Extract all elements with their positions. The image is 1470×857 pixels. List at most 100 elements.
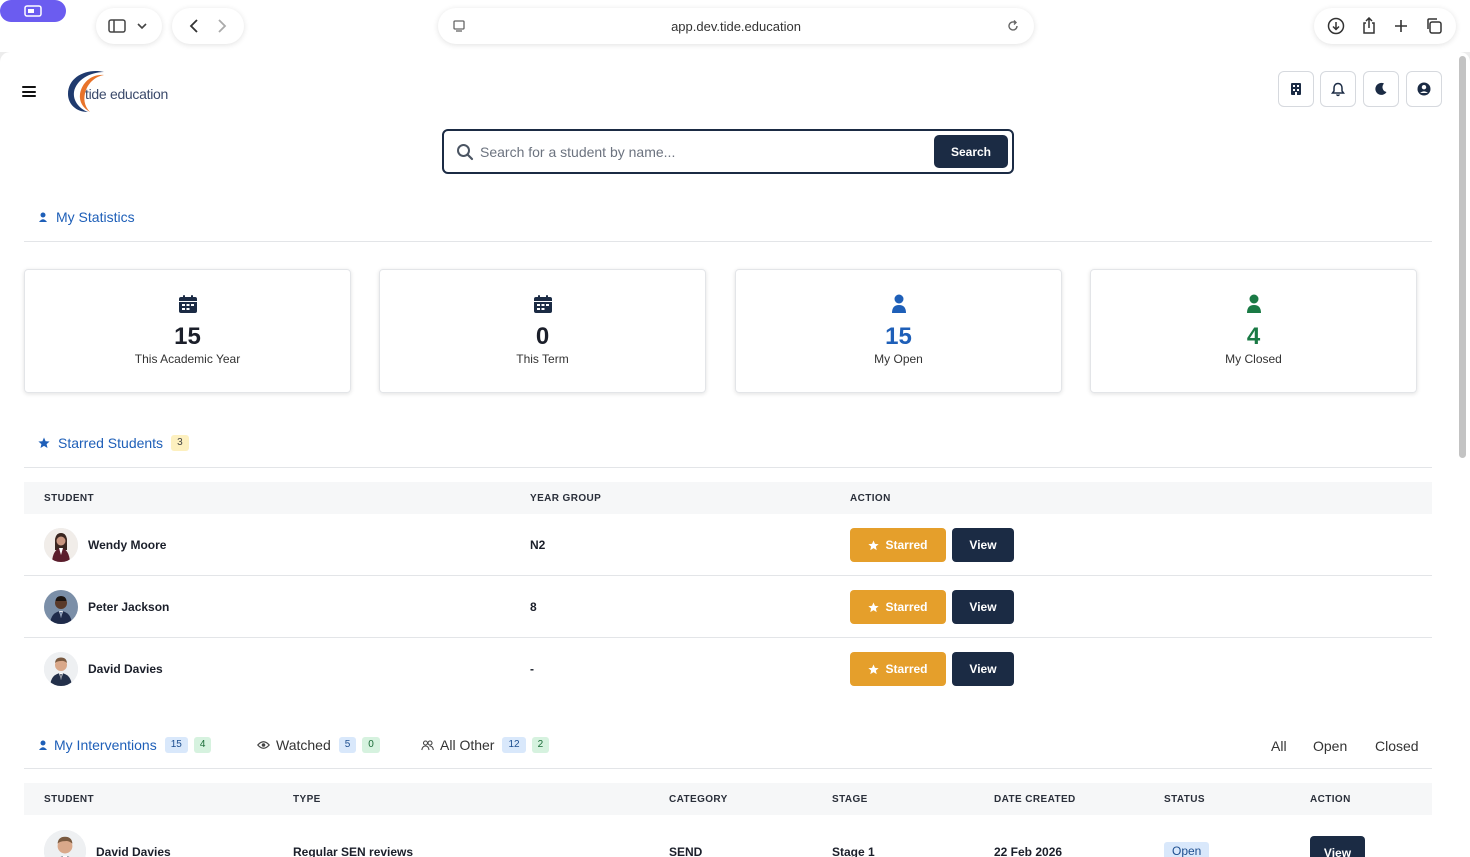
divider <box>24 241 1432 242</box>
closed-count-badge: 0 <box>362 737 380 753</box>
bell-icon <box>1331 82 1345 96</box>
column-header: STAGE <box>832 794 868 805</box>
star-icon <box>868 663 880 674</box>
avatar[interactable] <box>44 528 78 562</box>
statistics-heading: My Statistics <box>38 209 135 225</box>
column-header: YEAR GROUP <box>530 493 602 504</box>
browser-sidebar-toggle[interactable] <box>0 0 66 22</box>
moon-icon <box>1375 82 1387 95</box>
search-button[interactable]: Search <box>934 135 1008 168</box>
browser-actions-group <box>1314 8 1456 44</box>
date-created: 22 Feb 2026 <box>994 845 1063 857</box>
year-group: N2 <box>530 538 546 552</box>
user-icon <box>39 212 47 222</box>
divider <box>24 768 1432 769</box>
calendar-icon <box>533 295 552 313</box>
sidebar-icon <box>24 5 42 17</box>
stat-value: 15 <box>885 323 912 350</box>
tab-all-other[interactable]: All Other 12 2 <box>421 737 550 753</box>
avatar[interactable] <box>44 830 86 857</box>
user-icon <box>891 294 906 313</box>
back-arrow-icon[interactable] <box>185 17 203 35</box>
chevron-down-icon[interactable] <box>133 17 151 35</box>
profile-button[interactable] <box>1406 71 1442 107</box>
download-icon[interactable] <box>1327 17 1345 35</box>
divider <box>24 467 1432 468</box>
notifications-button[interactable] <box>1320 71 1356 107</box>
user-circle-icon <box>1417 82 1431 96</box>
forward-arrow-icon[interactable] <box>213 17 231 35</box>
status-badge: Open <box>1164 842 1210 857</box>
tide-logo[interactable]: tide education <box>64 66 174 114</box>
column-header: DATE CREATED <box>994 794 1076 805</box>
school-button[interactable] <box>1278 71 1314 107</box>
tabs-overview-icon[interactable] <box>1425 17 1443 35</box>
table-row: Wendy Moore N2 Starred View <box>24 514 1432 576</box>
starred-button-label: Starred <box>885 538 928 552</box>
intervention-category: SEND <box>669 845 703 857</box>
student-name[interactable]: David Davies <box>96 845 171 857</box>
table-row: David Davies - Starred View <box>24 638 1432 700</box>
tab-label: All Other <box>440 737 495 753</box>
stat-label: My Closed <box>1225 352 1282 366</box>
starred-heading: Starred Students 3 <box>38 435 189 451</box>
student-name[interactable]: Wendy Moore <box>88 538 166 552</box>
browser-toolbar: app.dev.tide.education <box>0 0 1470 52</box>
view-button[interactable]: View <box>1310 836 1365 857</box>
new-tab-icon[interactable] <box>1392 17 1410 35</box>
filter-closed[interactable]: Closed <box>1375 738 1419 754</box>
year-group: 8 <box>530 600 537 614</box>
student-name[interactable]: Peter Jackson <box>88 600 169 614</box>
stat-label: My Open <box>874 352 923 366</box>
starred-button-label: Starred <box>885 662 928 676</box>
filter-open[interactable]: Open <box>1313 738 1347 754</box>
tab-overview-icon[interactable] <box>107 17 126 35</box>
user-icon <box>1246 294 1261 313</box>
student-search: Search <box>442 129 1014 174</box>
column-header: ACTION <box>850 493 891 504</box>
column-header: STATUS <box>1164 794 1205 805</box>
table-row: David Davies Regular SEN reviews SEND St… <box>24 824 1432 857</box>
view-button[interactable]: View <box>952 652 1014 686</box>
history-nav-group <box>172 8 244 44</box>
filter-all[interactable]: All <box>1271 738 1287 754</box>
url-text[interactable]: app.dev.tide.education <box>671 19 801 34</box>
dark-mode-button[interactable] <box>1363 71 1399 107</box>
search-input[interactable] <box>480 136 934 167</box>
tab-my-interventions[interactable]: My Interventions 15 4 <box>38 737 212 753</box>
starred-button[interactable]: Starred <box>850 528 946 562</box>
view-button[interactable]: View <box>952 590 1014 624</box>
avatar[interactable] <box>44 590 78 624</box>
starred-button[interactable]: Starred <box>850 652 946 686</box>
student-name[interactable]: David Davies <box>88 662 163 676</box>
stat-card-term: 0 This Term <box>379 269 706 393</box>
stat-value: 15 <box>174 323 201 350</box>
stat-card-my-closed: 4 My Closed <box>1090 269 1417 393</box>
address-bar[interactable]: app.dev.tide.education <box>438 8 1034 44</box>
eye-icon <box>257 741 270 749</box>
stat-value: 4 <box>1246 323 1261 350</box>
column-header: CATEGORY <box>669 794 728 805</box>
menu-icon[interactable] <box>22 86 36 97</box>
tab-label: Watched <box>276 737 331 753</box>
avatar[interactable] <box>44 652 78 686</box>
starred-button-label: Starred <box>885 600 928 614</box>
building-icon <box>1291 83 1301 95</box>
scrollbar[interactable] <box>1456 52 1470 857</box>
users-icon <box>421 739 434 750</box>
starred-button[interactable]: Starred <box>850 590 946 624</box>
search-icon <box>444 143 480 161</box>
reload-icon[interactable] <box>1004 17 1022 35</box>
column-header: TYPE <box>293 794 321 805</box>
scrollbar-thumb[interactable] <box>1459 56 1466 458</box>
stat-card-my-open: 15 My Open <box>735 269 1062 393</box>
view-button[interactable]: View <box>952 528 1014 562</box>
column-header: STUDENT <box>44 794 95 805</box>
tab-watched[interactable]: Watched 5 0 <box>257 737 380 753</box>
page-menu-icon[interactable] <box>450 17 468 35</box>
starred-heading-label: Starred Students <box>58 435 164 451</box>
user-icon <box>39 740 47 750</box>
interventions-table-header: STUDENT TYPE CATEGORY STAGE DATE CREATED… <box>24 783 1432 815</box>
share-icon[interactable] <box>1360 17 1378 35</box>
stat-value: 0 <box>535 323 550 350</box>
